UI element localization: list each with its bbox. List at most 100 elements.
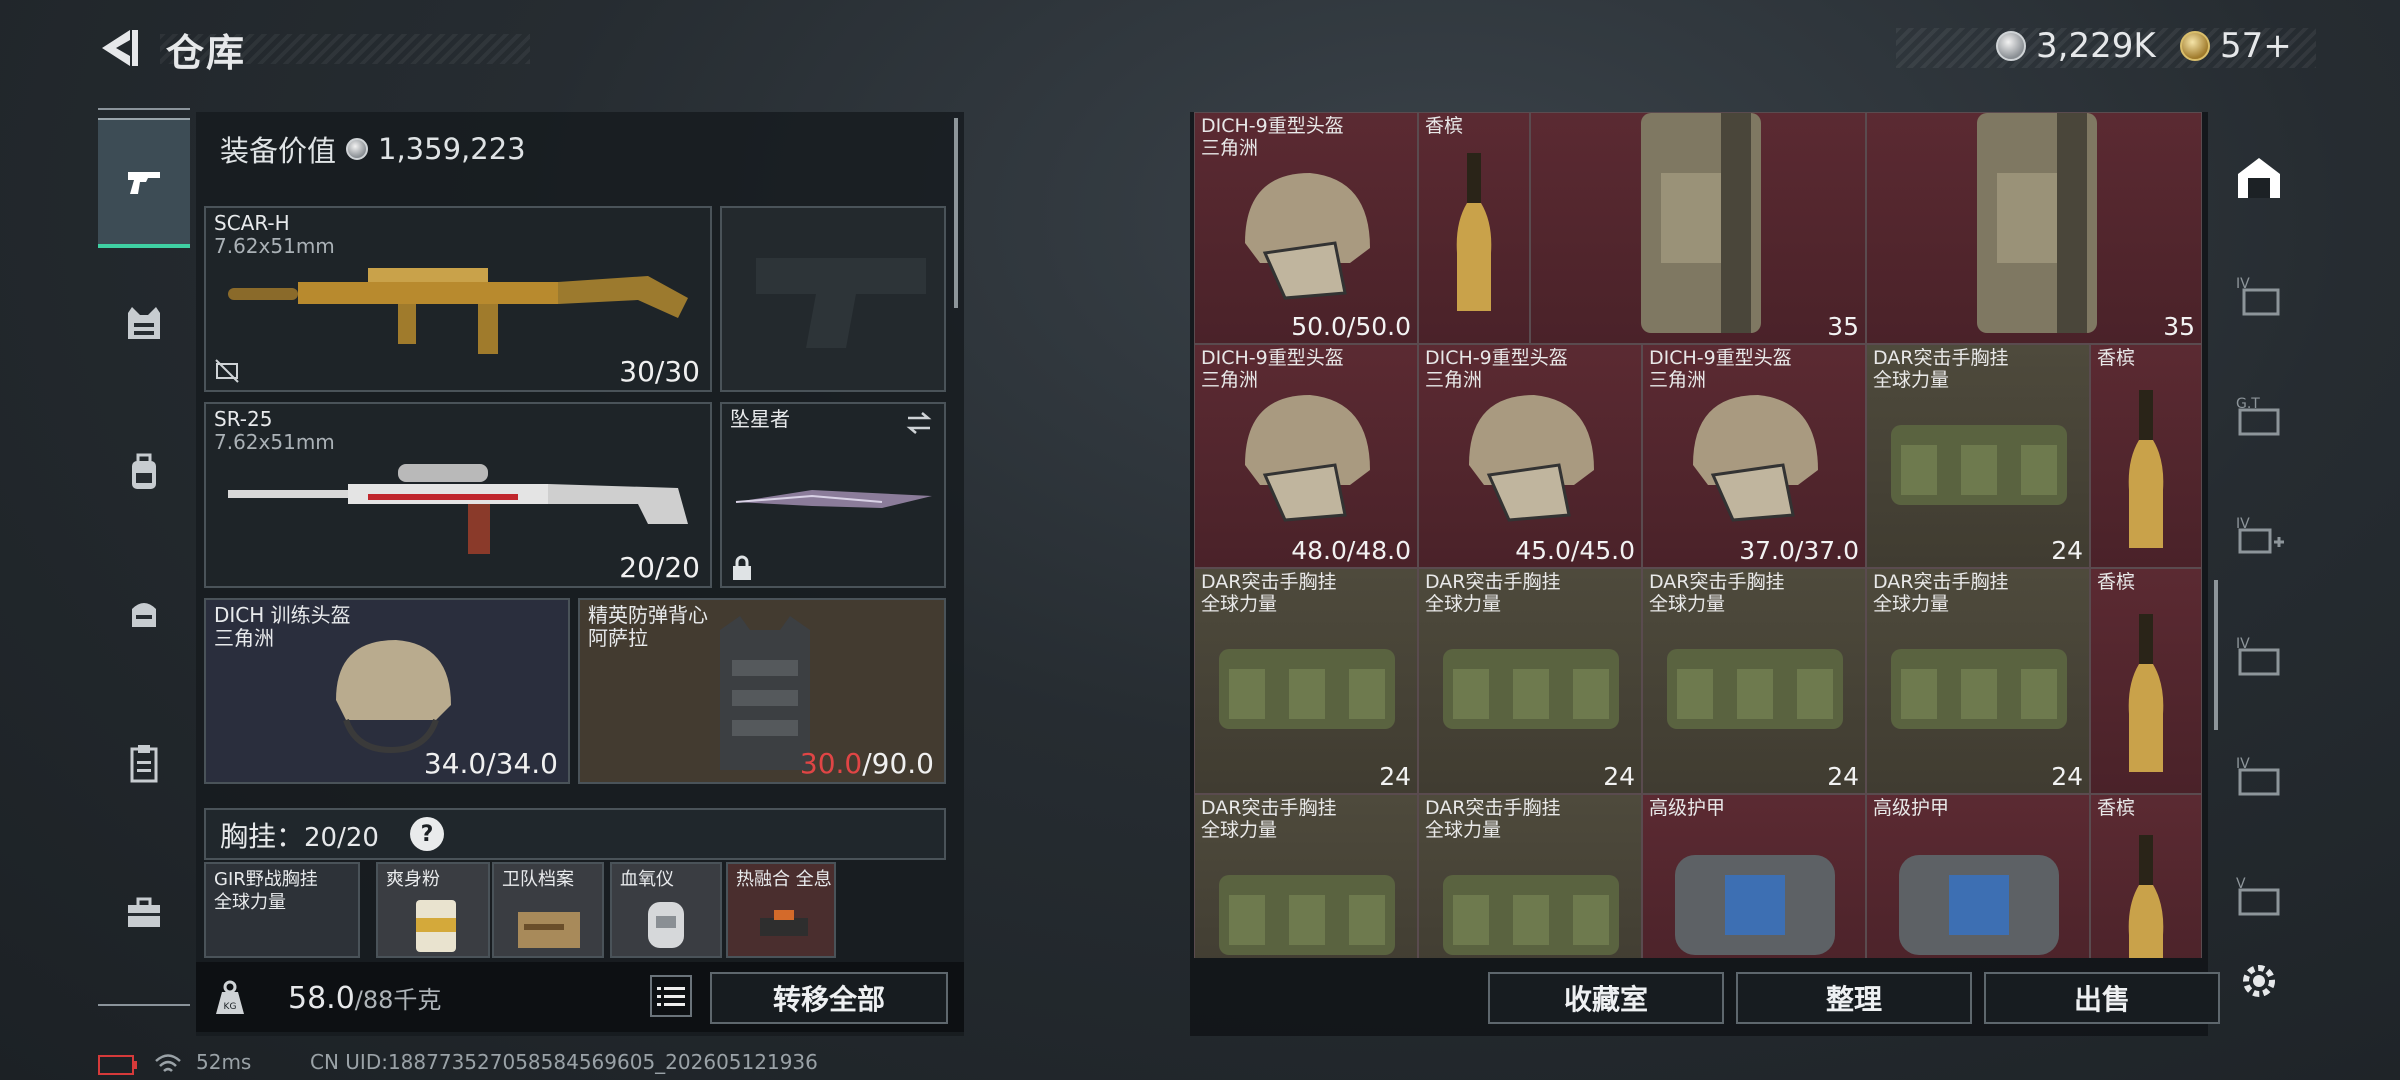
- storage-cell-18[interactable]: 香槟: [2090, 794, 2202, 958]
- storage-cell-16[interactable]: 高级护甲: [1642, 794, 1866, 958]
- storage-cell-7[interactable]: DAR突击手胸挂 全球力量 24: [1866, 344, 2090, 568]
- tab-warehouse-iv-b[interactable]: IV: [2222, 610, 2296, 700]
- storage-cell-17[interactable]: 高级护甲: [1866, 794, 2090, 958]
- heavy-helmet-image: [1245, 173, 1370, 300]
- silver-coin-icon: [1996, 31, 2026, 61]
- gold-currency[interactable]: 57+: [2180, 26, 2292, 66]
- nav-case[interactable]: [98, 698, 190, 828]
- help-icon[interactable]: ?: [410, 817, 444, 851]
- silver-coin-icon: [346, 138, 369, 160]
- weight-icon: KG: [216, 980, 244, 1014]
- rig-item-4[interactable]: 热融合 全息: [726, 862, 836, 958]
- uid-text: CN UID:188773527058584569605_20260512193…: [310, 1050, 818, 1074]
- bag-icon: [132, 603, 156, 627]
- backpack-image: [1977, 113, 2097, 333]
- storage-cell-13[interactable]: 香槟: [2090, 568, 2202, 794]
- rig-item-3[interactable]: 血氧仪: [610, 862, 722, 958]
- armor-image: [1675, 855, 1835, 955]
- weapon-name: SCAR-H: [214, 211, 290, 235]
- chest-rig-image: [1443, 649, 1619, 729]
- storage-cell-4[interactable]: DICH-9重型头盔 三角洲 48.0/48.0: [1194, 344, 1418, 568]
- backpack-icon: [132, 453, 156, 489]
- back-arrow-icon[interactable]: [96, 24, 144, 72]
- champagne-icon: [2128, 390, 2164, 548]
- storage-cell-11[interactable]: DAR突击手胸挂 全球力量 24: [1642, 568, 1866, 794]
- dossier-icon: [518, 912, 580, 948]
- backpack-image: [1641, 113, 1761, 333]
- storage-cell-3[interactable]: 35: [1866, 112, 2202, 344]
- nav-toolbox[interactable]: [98, 848, 190, 978]
- melee-name: 坠星者: [730, 407, 790, 431]
- storage-cell-10[interactable]: DAR突击手胸挂 全球力量 24: [1418, 568, 1642, 794]
- transfer-all-button[interactable]: 转移全部: [710, 972, 948, 1024]
- champagne-icon: [1456, 153, 1492, 311]
- storage-cell-1[interactable]: 香槟: [1418, 112, 1530, 344]
- organize-button[interactable]: 整理: [1736, 972, 1972, 1024]
- nav-backpack[interactable]: [98, 408, 190, 538]
- primary-weapon-slot[interactable]: SCAR-H 7.62x51mm 30/30: [204, 206, 712, 392]
- rig-item-1[interactable]: 爽身粉: [376, 862, 490, 958]
- heavy-helmet-image: [1693, 395, 1818, 522]
- silver-currency[interactable]: 3,229K: [1996, 26, 2156, 66]
- swap-icon[interactable]: [904, 410, 934, 436]
- wifi-icon: [155, 1054, 181, 1072]
- storage-scrollbar[interactable]: [2214, 580, 2218, 730]
- champagne-icon: [2128, 835, 2164, 958]
- armor-faction: 阿萨拉: [588, 626, 648, 650]
- holo-sight-icon: [760, 910, 808, 936]
- storage-cell-9[interactable]: DAR突击手胸挂 全球力量 24: [1194, 568, 1418, 794]
- ammo-count: 20/20: [619, 551, 700, 584]
- tab-warehouse-gt[interactable]: G.T: [2222, 370, 2296, 460]
- tab-warehouse-iv-a[interactable]: IV: [2222, 250, 2296, 340]
- chest-rig-image: [1219, 875, 1395, 955]
- battery-icon: [98, 1055, 137, 1075]
- storage-expansion-icon: IV: [2236, 756, 2280, 796]
- secondary-weapon-slot[interactable]: SR-25 7.62x51mm 20/20: [204, 402, 712, 588]
- list-view-button[interactable]: [650, 975, 692, 1017]
- left-nav: [98, 108, 190, 1008]
- champagne-icon: [2128, 614, 2164, 772]
- storage-cell-15[interactable]: DAR突击手胸挂 全球力量: [1418, 794, 1642, 958]
- warehouse-icon: [2238, 158, 2280, 198]
- svg-text:KG: KG: [224, 1002, 237, 1012]
- toolbox-icon: [128, 897, 160, 927]
- nav-vest[interactable]: [98, 258, 190, 388]
- tab-warehouse-all[interactable]: [2222, 132, 2296, 222]
- tab-warehouse-v[interactable]: V: [2222, 850, 2296, 940]
- rig-item-2[interactable]: 卫队档案: [492, 862, 604, 958]
- settings-button[interactable]: [2222, 936, 2296, 1026]
- clipboard-icon: [130, 745, 158, 783]
- storage-add-icon: IV: [2236, 516, 2284, 554]
- helmet-durability: 34.0/34.0: [423, 747, 558, 780]
- weapon-name: SR-25: [214, 407, 273, 431]
- equipment-scrollbar[interactable]: [954, 118, 958, 308]
- silver-amount: 3,229K: [2036, 26, 2156, 66]
- chest-rig-image: [1443, 875, 1619, 955]
- storage-grid: DICH-9重型头盔 三角洲 50.0/50.0 香槟 35 35 DICH-9重…: [1194, 112, 2204, 958]
- nav-bag[interactable]: [98, 548, 190, 678]
- armor-slot[interactable]: 精英防弹背心 阿萨拉 30.0/90.0: [578, 598, 946, 784]
- storage-cell-14[interactable]: DAR突击手胸挂 全球力量: [1194, 794, 1418, 958]
- storage-cell-0[interactable]: DICH-9重型头盔 三角洲 50.0/50.0: [1194, 112, 1418, 344]
- storage-cell-8[interactable]: 香槟: [2090, 344, 2202, 568]
- pistol-icon: [128, 172, 160, 194]
- chest-rig-image: [1667, 649, 1843, 729]
- storage-cell-5[interactable]: DICH-9重型头盔 三角洲 45.0/45.0: [1418, 344, 1642, 568]
- tab-warehouse-iv-c[interactable]: IV: [2222, 730, 2296, 820]
- storage-cell-12[interactable]: DAR突击手胸挂 全球力量 24: [1866, 568, 2090, 794]
- storage-cell-2[interactable]: 35: [1530, 112, 1866, 344]
- ping-value: 52ms: [196, 1050, 252, 1074]
- storage-expansion-icon: G.T: [2236, 396, 2280, 436]
- sell-button[interactable]: 出售: [1984, 972, 2220, 1024]
- nav-weapons[interactable]: [98, 118, 190, 248]
- rig-item-0[interactable]: GIR野战胸挂 全球力量: [204, 862, 360, 958]
- vest-icon: [128, 307, 160, 339]
- collection-room-button[interactable]: 收藏室: [1488, 972, 1724, 1024]
- storage-cell-6[interactable]: DICH-9重型头盔 三角洲 37.0/37.0: [1642, 344, 1866, 568]
- pistol-silhouette-icon: [756, 258, 926, 348]
- oximeter-icon: [648, 902, 684, 948]
- melee-slot[interactable]: 坠星者: [720, 402, 946, 588]
- pistol-slot[interactable]: [720, 206, 946, 392]
- helmet-slot[interactable]: DICH 训练头盔 三角洲 34.0/34.0: [204, 598, 570, 784]
- tab-warehouse-iv-add[interactable]: IV: [2222, 490, 2296, 580]
